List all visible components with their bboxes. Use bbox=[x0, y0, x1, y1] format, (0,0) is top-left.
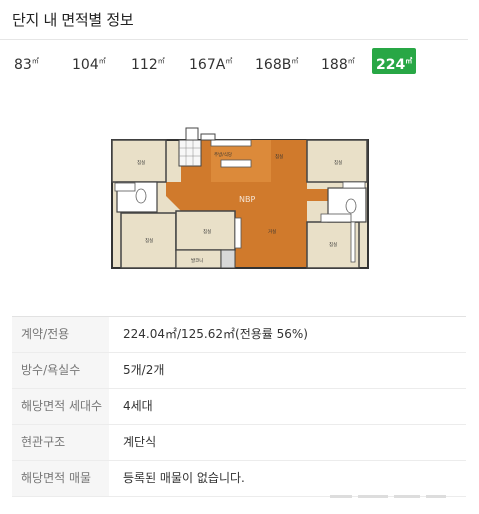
tab-area-167a[interactable]: 167A㎡ bbox=[185, 48, 236, 74]
tab-area-188[interactable]: 188㎡ bbox=[317, 48, 359, 74]
table-row: 해당면적 세대수 4세대 bbox=[12, 389, 466, 425]
svg-text:침실: 침실 bbox=[137, 159, 145, 166]
tab-area-83[interactable]: 83㎡ bbox=[10, 48, 43, 74]
table-row: 해당면적 매물 등록된 매물이 없습니다. bbox=[12, 461, 466, 497]
table-row: 방수/욕실수 5개/2개 bbox=[12, 353, 466, 389]
row-label: 해당면적 세대수 bbox=[12, 389, 109, 424]
svg-text:침실: 침실 bbox=[275, 153, 283, 160]
svg-text:거실: 거실 bbox=[268, 228, 276, 235]
row-label: 방수/욕실수 bbox=[12, 353, 109, 388]
row-value: 등록된 매물이 없습니다. bbox=[123, 471, 245, 485]
row-label: 계약/전용 bbox=[12, 317, 109, 352]
svg-text:침실: 침실 bbox=[334, 159, 342, 166]
floor-plan-image: NBP 침실 침실 주방/식당 침실 침실 거실 침실 침실 발코니 bbox=[111, 127, 369, 269]
table-row: 현관구조 계단식 bbox=[12, 425, 466, 461]
row-label: 현관구조 bbox=[12, 425, 109, 460]
area-info-table: 계약/전용 224.04㎡/125.62㎡(전용률 56%) 방수/욕실수 5개… bbox=[12, 316, 466, 497]
tab-area-112[interactable]: 112㎡ bbox=[127, 48, 169, 74]
svg-text:침실: 침실 bbox=[329, 241, 337, 248]
row-value: 4세대 bbox=[123, 399, 153, 413]
footer-note bbox=[330, 495, 465, 503]
tab-area-104[interactable]: 104㎡ bbox=[68, 48, 110, 74]
svg-text:발코니: 발코니 bbox=[191, 257, 203, 264]
tab-area-168b[interactable]: 168B㎡ bbox=[251, 48, 302, 74]
svg-text:NBP: NBP bbox=[239, 195, 255, 204]
svg-text:침실: 침실 bbox=[145, 237, 153, 244]
row-value: 5개/2개 bbox=[123, 363, 165, 377]
svg-text:침실: 침실 bbox=[203, 228, 211, 235]
title-divider bbox=[0, 39, 468, 40]
row-label: 해당면적 매물 bbox=[12, 461, 109, 496]
table-row: 계약/전용 224.04㎡/125.62㎡(전용률 56%) bbox=[12, 316, 466, 353]
svg-text:주방/식당: 주방/식당 bbox=[214, 151, 232, 158]
row-value: 계단식 bbox=[123, 435, 157, 449]
section-title: 단지 내 면적별 정보 bbox=[12, 11, 134, 29]
tab-area-224[interactable]: 224㎡ bbox=[372, 48, 417, 74]
row-value: 224.04㎡/125.62㎡(전용률 56%) bbox=[123, 327, 308, 341]
